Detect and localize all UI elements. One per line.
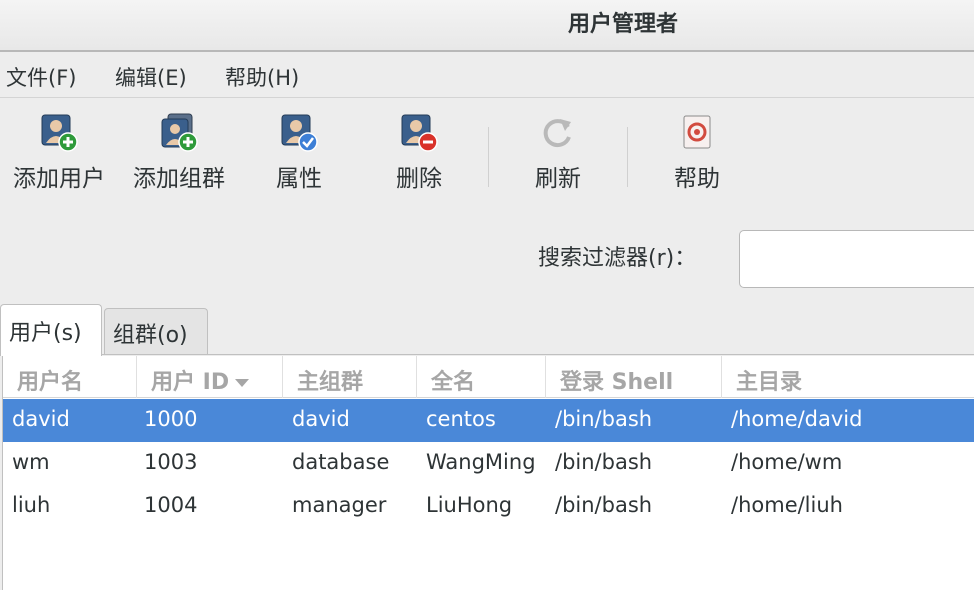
add-group-icon (161, 113, 198, 152)
search-filter-label: 搜索过滤器(r)： (538, 246, 697, 271)
add-user-icon (41, 114, 78, 152)
menu-edit[interactable]: 编辑(E) (115, 62, 187, 92)
column-header-login-shell[interactable]: 登录 Shell (546, 356, 722, 398)
toolbar: 添加用户 添加组群 属性 删除 刷新 帮助 (0, 99, 974, 209)
properties-icon (281, 114, 318, 152)
toolbar-separator (627, 127, 628, 187)
menu-file[interactable]: 文件(F) (6, 62, 76, 92)
table-row[interactable]: david 1000 david centos /bin/bash /home/… (3, 399, 974, 442)
cell-primary-group: database (292, 450, 390, 474)
cell-home-dir: /home/david (731, 407, 863, 431)
tab-divider (0, 354, 974, 355)
cell-login-shell: /bin/bash (555, 493, 653, 517)
add-user-button[interactable]: 添加用户 (4, 113, 114, 193)
sort-descending-icon (235, 379, 250, 387)
toolbar-separator (488, 127, 489, 187)
cell-username: david (12, 407, 70, 431)
cell-home-dir: /home/wm (731, 450, 843, 474)
column-header-primary-group[interactable]: 主组群 (283, 356, 417, 398)
delete-label: 删除 (396, 166, 442, 192)
cell-username: wm (12, 450, 50, 474)
column-header-fullname[interactable]: 全名 (417, 356, 546, 398)
cell-login-shell: /bin/bash (555, 450, 653, 474)
cell-uid: 1000 (144, 407, 198, 431)
column-header-home-dir[interactable]: 主目录 (722, 356, 974, 398)
cell-home-dir: /home/liuh (731, 493, 843, 517)
properties-button[interactable]: 属性 (244, 113, 354, 193)
cell-fullname: WangMing (426, 450, 536, 474)
tab-groups[interactable]: 组群(o) (104, 308, 208, 354)
menu-bar: 文件(F) 编辑(E) 帮助(H) (0, 54, 974, 98)
cell-uid: 1003 (144, 450, 198, 474)
cell-uid: 1004 (144, 493, 198, 517)
table-header: 用户名 用户 ID 主组群 全名 登录 Shell 主目录 (3, 356, 974, 398)
help-icon (683, 115, 711, 149)
cell-login-shell: /bin/bash (555, 407, 653, 431)
refresh-button[interactable]: 刷新 (503, 113, 613, 193)
table-row[interactable]: wm 1003 database WangMing /bin/bash /hom… (3, 442, 974, 485)
column-header-username[interactable]: 用户名 (3, 356, 137, 398)
menu-help[interactable]: 帮助(H) (225, 62, 299, 92)
delete-user-icon (401, 114, 438, 152)
search-filter-input[interactable] (739, 230, 974, 288)
table-row[interactable]: liuh 1004 manager LiuHong /bin/bash /hom… (3, 485, 974, 528)
cell-fullname: centos (426, 407, 496, 431)
add-group-button[interactable]: 添加组群 (124, 113, 234, 193)
cell-primary-group: david (292, 407, 350, 431)
help-button[interactable]: 帮助 (642, 113, 752, 193)
help-label: 帮助 (674, 166, 720, 192)
cell-primary-group: manager (292, 493, 387, 517)
refresh-label: 刷新 (535, 166, 581, 192)
add-user-label: 添加用户 (13, 166, 105, 192)
delete-button[interactable]: 删除 (364, 113, 474, 193)
cell-fullname: LiuHong (426, 493, 513, 517)
users-table: 用户名 用户 ID 主组群 全名 登录 Shell 主目录 david 1000… (2, 356, 974, 590)
column-header-uid[interactable]: 用户 ID (137, 356, 283, 398)
add-group-label: 添加组群 (133, 166, 225, 192)
refresh-icon (543, 119, 571, 148)
title-bar: 用户管理者 (0, 0, 974, 52)
tab-users[interactable]: 用户(s) (0, 304, 102, 356)
properties-label: 属性 (276, 166, 322, 192)
window-title: 用户管理者 (568, 12, 679, 37)
cell-username: liuh (12, 493, 51, 517)
